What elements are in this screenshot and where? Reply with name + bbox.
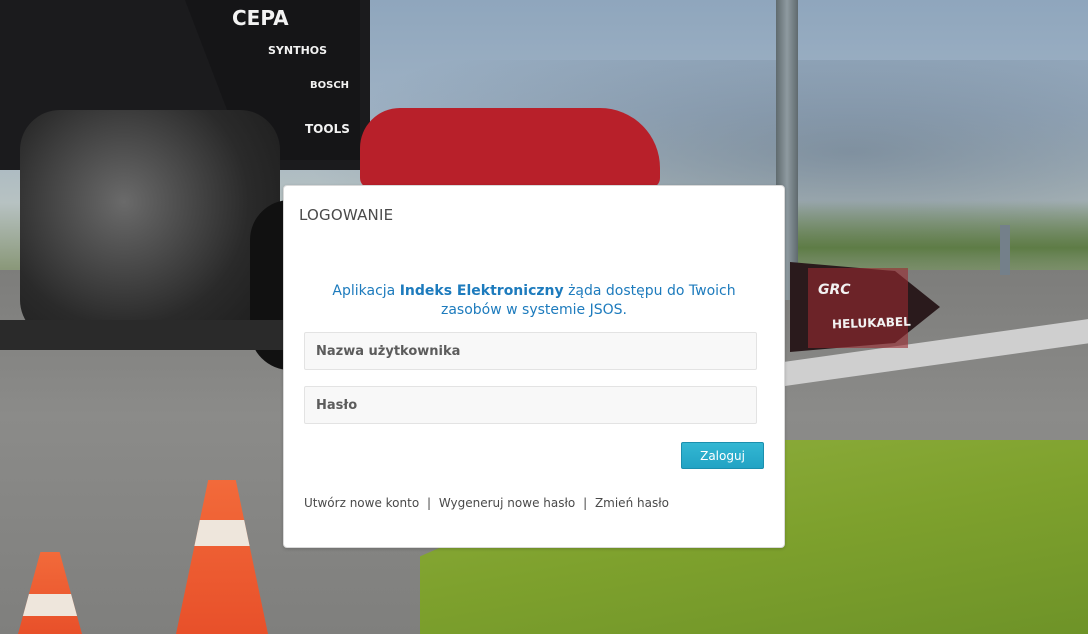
username-input[interactable] — [304, 332, 757, 370]
account-links: Utwórz nowe konto | Wygeneruj nowe hasło… — [304, 496, 669, 510]
generate-password-link[interactable]: Wygeneruj nowe hasło — [439, 496, 575, 510]
race-car-floor — [0, 320, 290, 350]
login-title: LOGOWANIE — [299, 206, 394, 224]
sponsor-logo: GRC — [818, 282, 851, 298]
change-password-link[interactable]: Zmień hasło — [595, 496, 669, 510]
login-button[interactable]: Zaloguj — [681, 442, 764, 469]
sponsor-logo: HELUKABEL — [831, 314, 912, 332]
access-request-message: Aplikacja Indeks Elektroniczny żąda dost… — [304, 282, 764, 320]
info-prefix: Aplikacja — [332, 283, 396, 299]
sponsor-logo: CEPA — [232, 6, 289, 30]
create-account-link[interactable]: Utwórz nowe konto — [304, 496, 419, 510]
login-card: LOGOWANIE Aplikacja Indeks Elektroniczny… — [283, 185, 785, 548]
sponsor-logo: BOSCH — [310, 80, 350, 91]
sponsor-logo: TOOLS — [305, 122, 350, 136]
link-separator: | — [427, 496, 432, 510]
race-car-engine — [20, 110, 280, 340]
background-post — [1000, 225, 1010, 275]
password-input[interactable] — [304, 386, 757, 424]
link-separator: | — [583, 496, 588, 510]
sponsor-logo: SYNTHOS — [268, 44, 328, 57]
race-car-sidepod-accent — [808, 268, 908, 348]
app-name: Indeks Elektroniczny — [399, 283, 564, 299]
race-car-nose — [360, 108, 660, 188]
